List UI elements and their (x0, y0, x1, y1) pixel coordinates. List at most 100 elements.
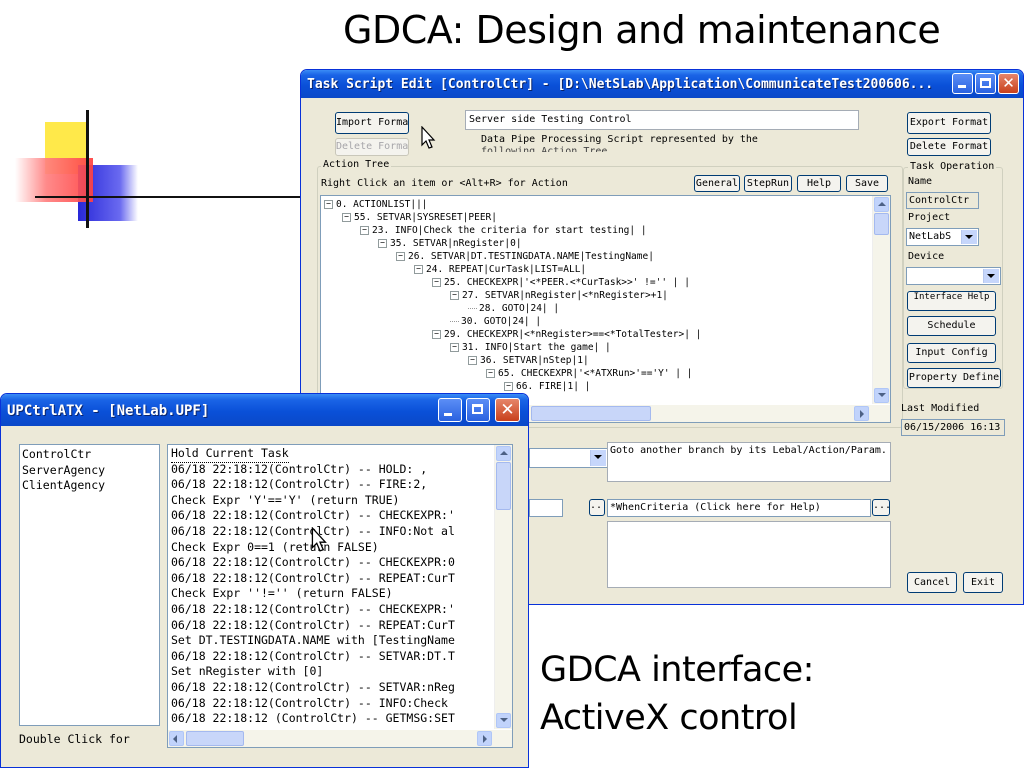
tree-scroll-thumb[interactable] (874, 213, 889, 235)
criteria-textarea[interactable] (607, 521, 891, 588)
tree-scroll-down-icon[interactable] (874, 388, 889, 403)
input-config-button[interactable]: Input Config (907, 343, 996, 363)
tree-collapse-icon[interactable]: − (486, 369, 495, 378)
help-button[interactable]: Help (797, 175, 841, 192)
tree-collapse-icon[interactable]: − (342, 213, 351, 222)
tree-scroll-up-icon[interactable] (874, 197, 889, 212)
project-select[interactable]: NetLabS (906, 228, 979, 246)
tree-node-label: 27. SETVAR|nRegister|<*nRegister>+1| (462, 290, 668, 301)
project-label: Project (908, 212, 951, 223)
tree-scroll-right-icon[interactable] (854, 406, 869, 421)
list-item[interactable]: ServerAgency (22, 463, 157, 479)
when-criteria-field[interactable]: *WhenCriteria (Click here for Help) (607, 499, 871, 517)
tree-node[interactable]: −35. SETVAR|nRegister|0| (378, 237, 522, 250)
tree-node[interactable]: −55. SETVAR|SYSRESET|PEER| (342, 211, 497, 224)
tree-node[interactable]: −26. SETVAR|DT.TESTINGDATA.NAME|TestingN… (396, 250, 654, 263)
log-line: Hold Current Task (171, 446, 289, 463)
tree-node[interactable]: 28. GOTO|24| | (468, 302, 559, 315)
interface-help-button[interactable]: Interface Help (907, 291, 996, 311)
tree-node[interactable]: −29. CHECKEXPR|<*nRegister>==<*TotalTest… (432, 328, 701, 341)
export-format-button[interactable]: Export Format (907, 112, 991, 134)
mouse-pointer-icon (421, 126, 436, 149)
tree-node-label: 24. REPEAT|CurTask|LIST=ALL| (426, 264, 587, 275)
delete-format-button-left[interactable]: Delete Format (335, 138, 409, 156)
param-field[interactable] (529, 499, 563, 517)
maximize-button[interactable] (466, 398, 490, 422)
log-line: 06/18 22:18:12(ControlCtr) -- INFO:Check (171, 695, 448, 710)
tree-node-label: 23. INFO|Check the criteria for start te… (372, 225, 647, 236)
action-select[interactable] (529, 448, 608, 468)
log-scroll-right-icon[interactable] (477, 731, 492, 746)
log-scroll-down-icon[interactable] (496, 713, 511, 728)
tree-node[interactable]: −36. SETVAR|nStep|1| (468, 354, 589, 367)
tree-collapse-icon[interactable]: − (432, 330, 441, 339)
action-tree[interactable]: −66. FIRE|1| | −65. CHECKEXPR|'<*ATXRun>'… (320, 195, 891, 423)
minimize-icon (444, 413, 452, 416)
device-label: Device (908, 251, 945, 262)
tree-collapse-icon[interactable]: − (360, 226, 369, 235)
log-horizontal-scrollbar[interactable] (168, 730, 512, 747)
tree-node[interactable]: −31. INFO|Start the game| | (450, 341, 611, 354)
log-scroll-thumb[interactable] (496, 462, 511, 510)
log-vertical-scrollbar[interactable] (494, 445, 512, 729)
log-scroll-left-icon[interactable] (169, 731, 184, 746)
device-select[interactable] (906, 267, 1001, 285)
tree-node[interactable]: −23. INFO|Check the criteria for start t… (360, 224, 647, 237)
import-format-button[interactable]: Import Format (335, 112, 409, 134)
caption-line-2: ActiveX control (540, 698, 798, 738)
tree-node[interactable]: 30. GOTO|24| | (450, 315, 541, 328)
action-tree-label: Action Tree (321, 159, 392, 170)
tree-collapse-icon[interactable]: − (396, 252, 405, 261)
tree-vertical-scrollbar[interactable] (872, 196, 890, 404)
message-log[interactable]: 06/18 22:18:12 (ControlCtr) -- GETMSG:SE… (167, 444, 513, 748)
property-define-button[interactable]: Property Define (907, 368, 1001, 388)
exit-button[interactable]: Exit (963, 572, 1003, 593)
description-line-2: Data Pipe Processing Script represented … (481, 134, 758, 145)
tree-collapse-icon[interactable]: − (324, 200, 333, 209)
tree-collapse-icon[interactable]: − (450, 291, 459, 300)
tree-collapse-icon[interactable]: − (432, 278, 441, 287)
tree-node-label: 31. INFO|Start the game| | (462, 342, 611, 353)
schedule-button[interactable]: Schedule (907, 316, 996, 336)
component-list[interactable]: ControlCtr ServerAgency ClientAgency (19, 444, 160, 726)
list-item[interactable]: ControlCtr (22, 447, 157, 463)
delete-format-button-right[interactable]: Delete Format (907, 138, 991, 156)
tree-collapse-icon[interactable]: − (450, 343, 459, 352)
tree-node[interactable]: −24. REPEAT|CurTask|LIST=ALL| (414, 263, 586, 276)
tree-node[interactable]: −0. ACTIONLIST||| (324, 198, 428, 211)
log-line: 06/18 22:18:12(ControlCtr) -- FIRE:2, (171, 477, 428, 492)
close-button[interactable]: ✕ (998, 73, 1019, 94)
log-line: 06/18 22:18:12(ControlCtr) -- HOLD: , (171, 461, 428, 476)
log-scroll-up-icon[interactable] (496, 446, 511, 461)
tree-node[interactable]: −65. CHECKEXPR|'<*ATXRun>'=='Y' | | (486, 367, 692, 380)
tree-node[interactable]: −25. CHECKEXPR|'<*PEER.<*CurTask>>' !=''… (432, 276, 690, 289)
tree-collapse-icon[interactable]: − (378, 239, 387, 248)
tree-collapse-icon[interactable]: − (468, 356, 477, 365)
tree-collapse-icon[interactable]: − (504, 382, 513, 391)
task-window-titlebar[interactable]: Task Script Edit [ControlCtr] - [D:\NetS… (301, 70, 1023, 98)
tree-node[interactable]: −27. SETVAR|nRegister|<*nRegister>+1| (450, 289, 668, 302)
list-item[interactable]: ClientAgency (22, 478, 157, 494)
chevron-down-icon[interactable] (590, 450, 606, 466)
criteria-dots-button[interactable]: ... (872, 499, 890, 516)
description-field[interactable]: Server side Testing Control (465, 110, 859, 130)
minimize-button[interactable] (438, 398, 462, 422)
chevron-down-icon[interactable] (961, 230, 977, 244)
tree-node-label: 28. GOTO|24| | (479, 303, 560, 314)
goto-description-text: Goto another branch by its Lebal/Action/… (610, 445, 887, 456)
minimize-button[interactable] (952, 73, 973, 94)
tree-node[interactable]: −66. FIRE|1| | (504, 380, 590, 393)
name-field[interactable]: ControlCtr (906, 192, 979, 209)
cancel-button[interactable]: Cancel (907, 572, 957, 593)
save-button[interactable]: Save (846, 175, 888, 192)
log-hscroll-thumb[interactable] (186, 731, 244, 746)
close-button[interactable]: ✕ (495, 398, 520, 422)
upc-window-titlebar[interactable]: UPCtrlATX - [NetLab.UPF] ✕ (1, 394, 528, 426)
chevron-down-icon[interactable] (983, 269, 999, 283)
tree-collapse-icon[interactable]: − (414, 265, 423, 274)
maximize-button[interactable] (975, 73, 996, 94)
param-dots-button[interactable]: ... (589, 499, 605, 516)
tree-hscroll-thumb[interactable] (531, 406, 651, 421)
steprun-button[interactable]: StepRun (744, 175, 792, 192)
general-button[interactable]: General (694, 175, 740, 192)
